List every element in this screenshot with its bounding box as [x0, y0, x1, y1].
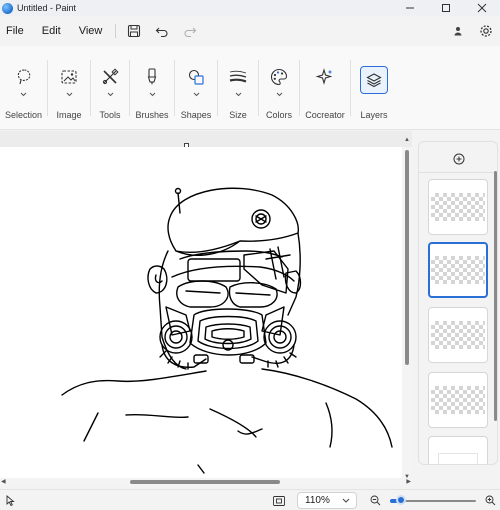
palette-icon: [271, 68, 288, 86]
ribbon-label-image: Image: [56, 110, 82, 120]
ribbon-group-cocreator[interactable]: Cocreator: [300, 46, 350, 130]
image-icon: [61, 70, 77, 84]
layers-button[interactable]: [360, 66, 388, 94]
maximize-icon: [442, 4, 450, 12]
transparency-checkerboard: [431, 321, 485, 349]
fit-to-window-button[interactable]: [270, 493, 288, 508]
fit-to-window-icon: [273, 495, 285, 506]
ribbon-group-shapes[interactable]: Shapes: [175, 46, 217, 130]
menu-view[interactable]: View: [70, 16, 112, 46]
canvas-horizontal-scroll-thumb[interactable]: [130, 480, 280, 484]
ribbon-group-selection[interactable]: Selection: [0, 46, 47, 130]
canvas-vertical-scroll-thumb[interactable]: [405, 150, 409, 365]
settings-icon: [480, 25, 492, 37]
drawing-canvas[interactable]: [0, 147, 402, 478]
zoom-in-button[interactable]: [482, 493, 498, 508]
account-icon: [454, 27, 462, 36]
chevron-down-icon: [276, 92, 282, 96]
scroll-right-arrow-icon[interactable]: ▶: [406, 478, 411, 485]
transparency-checkerboard: [431, 256, 485, 284]
chevron-down-icon: [193, 92, 199, 96]
layer-thumbnail-background[interactable]: [428, 436, 488, 464]
scroll-up-arrow-icon[interactable]: ▲: [404, 137, 410, 143]
ribbon-group-brushes[interactable]: Brushes: [130, 46, 174, 130]
undo-icon: [156, 27, 168, 38]
layer-thumbnail-4[interactable]: [428, 372, 488, 428]
minimize-icon: [406, 7, 414, 9]
ribbon-label-size: Size: [229, 110, 247, 120]
zoom-in-icon: [485, 495, 495, 506]
ribbon-group-image[interactable]: Image: [48, 46, 90, 130]
selection-lasso-icon: [17, 69, 30, 85]
canvas-vertical-scrollbar[interactable]: ▲ ▼: [402, 137, 412, 480]
account-button[interactable]: [444, 19, 472, 43]
ribbon-label-tools: Tools: [99, 110, 121, 120]
save-button[interactable]: [120, 19, 148, 43]
ribbon-toolbar: Selection Image Tools Brushes Shapes Siz…: [0, 46, 500, 130]
layer-thumbnail-1[interactable]: [428, 179, 488, 235]
layer-thumbnail-3[interactable]: [428, 307, 488, 363]
layers-panel: [418, 141, 498, 465]
redo-icon: [184, 27, 197, 38]
layers-panel-scroll-thumb[interactable]: [494, 171, 497, 421]
redo-button[interactable]: [176, 19, 204, 43]
status-bar: 110%: [0, 489, 500, 510]
ribbon-label-colors: Colors: [265, 110, 292, 120]
chevron-down-icon: [149, 92, 155, 96]
white-background-preview: [438, 453, 478, 464]
menu-bar: File Edit View: [0, 16, 500, 46]
chevron-down-icon: [235, 92, 241, 96]
sketch-drawing: [61, 187, 393, 474]
zoom-level-value: 110%: [305, 495, 330, 506]
minimize-button[interactable]: [392, 0, 428, 16]
ribbon-group-colors[interactable]: Colors: [259, 46, 299, 130]
transparency-checkerboard: [431, 386, 485, 414]
chevron-down-icon: [342, 498, 350, 503]
transparency-checkerboard: [431, 193, 485, 221]
zoom-out-icon: [370, 495, 380, 506]
ribbon-label-layers: Layers: [360, 110, 388, 120]
ribbon-group-size[interactable]: Size: [218, 46, 258, 130]
chevron-down-icon: [20, 92, 27, 96]
maximize-button[interactable]: [428, 0, 464, 16]
settings-button[interactable]: [472, 19, 500, 43]
zoom-out-button[interactable]: [367, 493, 383, 508]
layers-icon: [366, 73, 382, 88]
ribbon-group-tools[interactable]: Tools: [91, 46, 129, 130]
zoom-slider-handle[interactable]: [396, 495, 406, 505]
save-icon: [128, 24, 141, 38]
brush-icon: [147, 68, 157, 85]
tools-icon: [102, 68, 119, 85]
ribbon-label-cocreator: Cocreator: [305, 110, 345, 120]
window-title: Untitled - Paint: [17, 3, 77, 13]
pointer-icon: [6, 495, 15, 506]
add-layer-button[interactable]: [450, 150, 468, 168]
close-button[interactable]: [464, 0, 500, 16]
menu-file[interactable]: File: [0, 16, 33, 46]
chevron-down-icon: [66, 92, 72, 96]
sparkle-icon: [315, 68, 333, 85]
menu-edit[interactable]: Edit: [33, 16, 70, 46]
size-lines-icon: [229, 70, 247, 83]
panel-divider: [419, 172, 497, 173]
chevron-down-icon: [107, 92, 113, 96]
zoom-level-dropdown[interactable]: 110%: [297, 492, 357, 509]
layers-panel-scrollbar[interactable]: [494, 141, 498, 465]
title-bar: Untitled - Paint: [0, 0, 500, 16]
ribbon-group-layers[interactable]: Layers: [351, 46, 397, 130]
scroll-left-arrow-icon[interactable]: ◀: [1, 478, 6, 485]
canvas-horizontal-scrollbar[interactable]: ◀ ▶: [0, 478, 412, 486]
layer-thumbnail-2[interactable]: [428, 242, 488, 298]
ribbon-label-brushes: Brushes: [135, 110, 169, 120]
close-icon: [477, 3, 487, 13]
window-controls: [392, 0, 500, 16]
undo-button[interactable]: [148, 19, 176, 43]
shapes-icon: [188, 69, 204, 85]
add-layer-icon: [453, 153, 465, 165]
ribbon-label-selection: Selection: [4, 110, 43, 120]
ribbon-label-shapes: Shapes: [180, 110, 212, 120]
canvas-top-gutter: [0, 131, 412, 147]
menu-divider: [115, 24, 117, 38]
paint-app-icon: [2, 2, 13, 14]
